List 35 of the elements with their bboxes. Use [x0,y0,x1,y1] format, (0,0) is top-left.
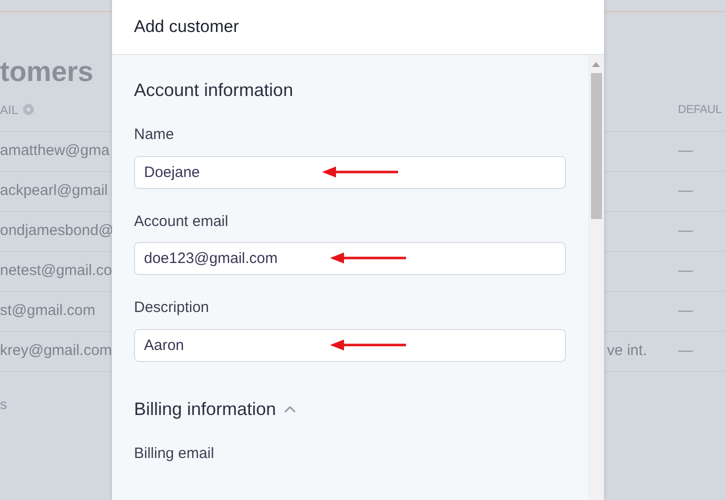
section-heading: Billing information [134,398,276,421]
text-field[interactable]: Doejane [134,156,566,188]
text-field[interactable]: Aaron [134,328,566,362]
dialog-title: Add customer [134,16,239,38]
field-label: Billing email [134,444,216,464]
gear-icon[interactable] [22,103,36,116]
scrollbar[interactable] [588,55,604,500]
email-cell: krey@gmail.com [0,342,112,360]
field-label: Account email [134,212,230,232]
arrow-icon [330,338,406,350]
email-cell: st@gmail.com [0,302,96,320]
empty-value: — [678,302,693,320]
empty-value: — [678,182,693,200]
chevron-icon[interactable] [284,405,296,413]
arrow-icon [322,166,398,178]
email-cell: ackpearl@gmail [0,182,108,200]
email-cell: ondjamesbond@ [0,222,112,240]
text-field[interactable]: doe123@gmail.com [134,242,566,275]
column-header: DEFAUL [678,104,722,116]
footer-text: s [0,396,7,412]
column-header: AIL [0,102,18,118]
scrollbar-thumb[interactable] [590,73,602,219]
field-label: Name [134,125,176,145]
empty-value: — [678,142,693,160]
field-label: Description [134,298,210,318]
empty-value: — [678,222,693,240]
description-cell: ve int. [606,342,647,360]
email-cell: amatthew@gma [0,142,110,160]
scroll-up-icon[interactable] [592,62,600,67]
empty-value: — [678,342,693,360]
section-heading: Account information [134,79,294,102]
arrow-icon [330,252,406,264]
empty-value: — [678,262,693,280]
page-title: tomers [0,56,94,87]
email-cell: netest@gmail.co [0,262,112,280]
